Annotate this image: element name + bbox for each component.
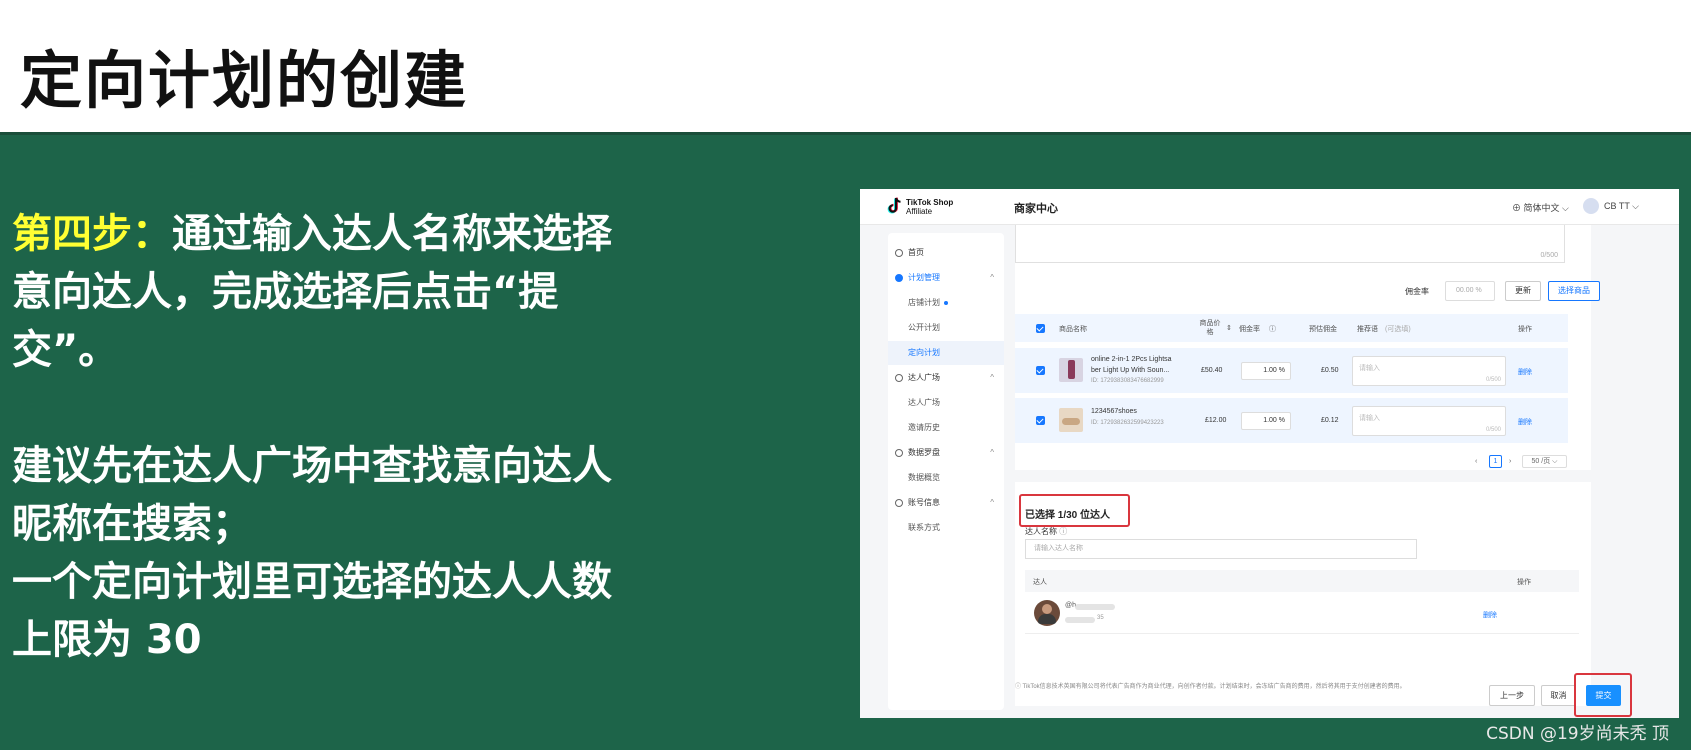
select-all-checkbox[interactable]	[1036, 324, 1045, 333]
step-label: 第四步：	[12, 211, 172, 257]
step-line-1: 第四步：通过输入达人名称来选择	[12, 211, 612, 257]
previous-step-button[interactable]: 上一步	[1489, 685, 1535, 706]
row-checkbox[interactable]	[1036, 366, 1045, 375]
sidebar-group-data-compass[interactable]: 数据罗盘 ^	[888, 441, 1004, 465]
creator-name-input[interactable]: 请输入达人名称	[1025, 539, 1417, 559]
annotation-highlight-submit	[1574, 673, 1632, 717]
chevron-up-icon: ^	[990, 373, 994, 382]
tip-line-2: 昵称在搜索；	[12, 501, 252, 547]
sidebar-item-contact[interactable]: 联系方式	[888, 516, 1004, 540]
creators-table-header: 达人 操作	[1025, 570, 1579, 592]
row-checkbox[interactable]	[1036, 416, 1045, 425]
commission-input[interactable]: 1.00 %	[1241, 362, 1291, 380]
chevron-up-icon: ^	[990, 273, 994, 282]
char-count: 0/500	[1540, 252, 1558, 259]
tip-line-1: 建议先在达人广场中查找意向达人	[12, 443, 612, 489]
sidebar-item-home[interactable]: 首页	[888, 241, 1004, 265]
product-row: 1234567shoes ID: 1729382632599423223 £12…	[1015, 398, 1568, 443]
product-thumbnail	[1059, 408, 1083, 432]
commission-rate-input[interactable]: 00.00 %	[1445, 281, 1495, 301]
products-table: 商品名称 商品价格 ⇕ 佣金率 ⓘ 预估佣金 推荐语 (可选填) 操作 onli…	[1015, 314, 1568, 446]
commission-row: 佣金率 00.00 % 更新 选择商品	[1015, 281, 1600, 301]
chevron-up-icon: ^	[990, 498, 994, 507]
sidebar: 首页 计划管理 ^ 店铺计划 公开计划 定向计划 达人广场 ^ 达人广场 邀请历史 …	[888, 233, 1004, 710]
selected-creators-count: 已选择 1/30 位达人	[1025, 510, 1111, 521]
page-size-select[interactable]: 50 /页 ⌵	[1522, 455, 1567, 468]
user-menu[interactable]: CB TT ⌵	[1604, 201, 1639, 212]
merchant-center-title: 商家中心	[1014, 203, 1058, 215]
step-line-3: 交”。	[12, 327, 119, 373]
creator-row: @h 35 删除	[1025, 592, 1579, 634]
slide-title: 定向计划的创建	[20, 44, 469, 117]
sidebar-item-data-overview[interactable]: 数据概览	[888, 466, 1004, 490]
sidebar-item-creator-square[interactable]: 达人广场	[888, 391, 1004, 415]
help-icon[interactable]: ⓘ	[1059, 527, 1067, 536]
creator-icon	[895, 374, 903, 382]
recommendation-input[interactable]: 请输入 0/500	[1352, 406, 1506, 436]
tiktok-shop-logo[interactable]: TikTok Shop Affiliate	[887, 197, 953, 217]
commission-input[interactable]: 1.00 %	[1241, 412, 1291, 430]
update-button[interactable]: 更新	[1505, 281, 1541, 301]
prev-page-icon[interactable]: ‹	[1475, 458, 1477, 465]
tip-line-3: 一个定向计划里可选择的达人人数	[12, 559, 612, 605]
compass-icon	[895, 449, 903, 457]
tip-line-4: 上限为 30	[12, 617, 202, 663]
redacted-name	[1075, 604, 1115, 610]
app-header: TikTok Shop Affiliate 商家中心 ⊕ 简体中文 ⌵ CB T…	[860, 189, 1679, 225]
account-icon	[895, 499, 903, 507]
product-row: online 2-in-1 2Pcs Lightsa ber Light Up …	[1015, 348, 1568, 393]
sidebar-item-public-plan[interactable]: 公开计划	[888, 316, 1004, 340]
logo-line-2: Affiliate	[906, 207, 933, 216]
globe-icon: ⊕	[1512, 203, 1522, 213]
sort-icon[interactable]: ⇕	[1226, 324, 1232, 332]
products-table-header: 商品名称 商品价格 ⇕ 佣金率 ⓘ 预估佣金 推荐语 (可选填) 操作	[1015, 314, 1568, 342]
description-textarea[interactable]: 0/500	[1015, 225, 1565, 263]
plan-icon	[895, 274, 903, 282]
payment-disclaimer: ⓘ TikTok信息技术英国有限公司将代表广告商作为商业代理，向创作者付款。计划…	[1015, 684, 1406, 690]
delete-product-link[interactable]: 删除	[1518, 417, 1532, 427]
recommendation-input[interactable]: 请输入 0/500	[1352, 356, 1506, 386]
delete-creator-link[interactable]: 删除	[1483, 610, 1497, 620]
creators-section: 已选择 1/30 位达人 达人名称 ⓘ 请输入达人名称 达人 操作 @h 35 …	[1015, 482, 1591, 706]
creator-name-label: 达人名称 ⓘ	[1025, 527, 1068, 536]
next-page-icon[interactable]: ›	[1509, 458, 1511, 465]
page-1-button[interactable]: 1	[1489, 455, 1502, 468]
csdn-watermark: CSDN @19岁尚未秃 顶	[1486, 724, 1669, 744]
sidebar-group-account-info[interactable]: 账号信息 ^	[888, 491, 1004, 515]
notification-dot	[944, 300, 948, 305]
delete-product-link[interactable]: 删除	[1518, 367, 1532, 377]
logo-line-1: TikTok Shop	[906, 198, 954, 207]
chevron-up-icon: ^	[990, 448, 994, 457]
user-avatar[interactable]	[1583, 198, 1599, 214]
product-thumbnail	[1059, 358, 1083, 382]
home-icon	[895, 249, 903, 257]
creator-avatar	[1034, 600, 1060, 626]
help-icon[interactable]: ⓘ	[1269, 324, 1276, 334]
sidebar-item-invite-history[interactable]: 邀请历史	[888, 416, 1004, 440]
products-section: 0/500 佣金率 00.00 % 更新 选择商品 商品名称 商品价格 ⇕ 佣金…	[1015, 225, 1600, 470]
commission-rate-label: 佣金率	[1405, 287, 1429, 296]
instruction-text: 第四步：通过输入达人名称来选择 意向达人，完成选择后点击“提 交”。 建议先在达…	[12, 205, 742, 669]
sidebar-group-creator-square[interactable]: 达人广场 ^	[888, 366, 1004, 390]
sidebar-item-shop-plan[interactable]: 店铺计划	[888, 291, 1004, 315]
sidebar-group-plan-management[interactable]: 计划管理 ^	[888, 266, 1004, 290]
tiktok-note-icon	[887, 197, 902, 217]
slide-title-bar: 定向计划的创建	[0, 0, 1691, 135]
select-products-button[interactable]: 选择商品	[1548, 281, 1600, 301]
app-screenshot: TikTok Shop Affiliate 商家中心 ⊕ 简体中文 ⌵ CB T…	[860, 189, 1679, 718]
sidebar-item-targeted-plan[interactable]: 定向计划	[888, 341, 1004, 365]
language-selector[interactable]: ⊕ 简体中文 ⌵	[1512, 201, 1569, 214]
cancel-button[interactable]: 取消	[1541, 685, 1576, 706]
step-line-2: 意向达人，完成选择后点击“提	[12, 269, 559, 315]
redacted-id	[1065, 617, 1095, 623]
